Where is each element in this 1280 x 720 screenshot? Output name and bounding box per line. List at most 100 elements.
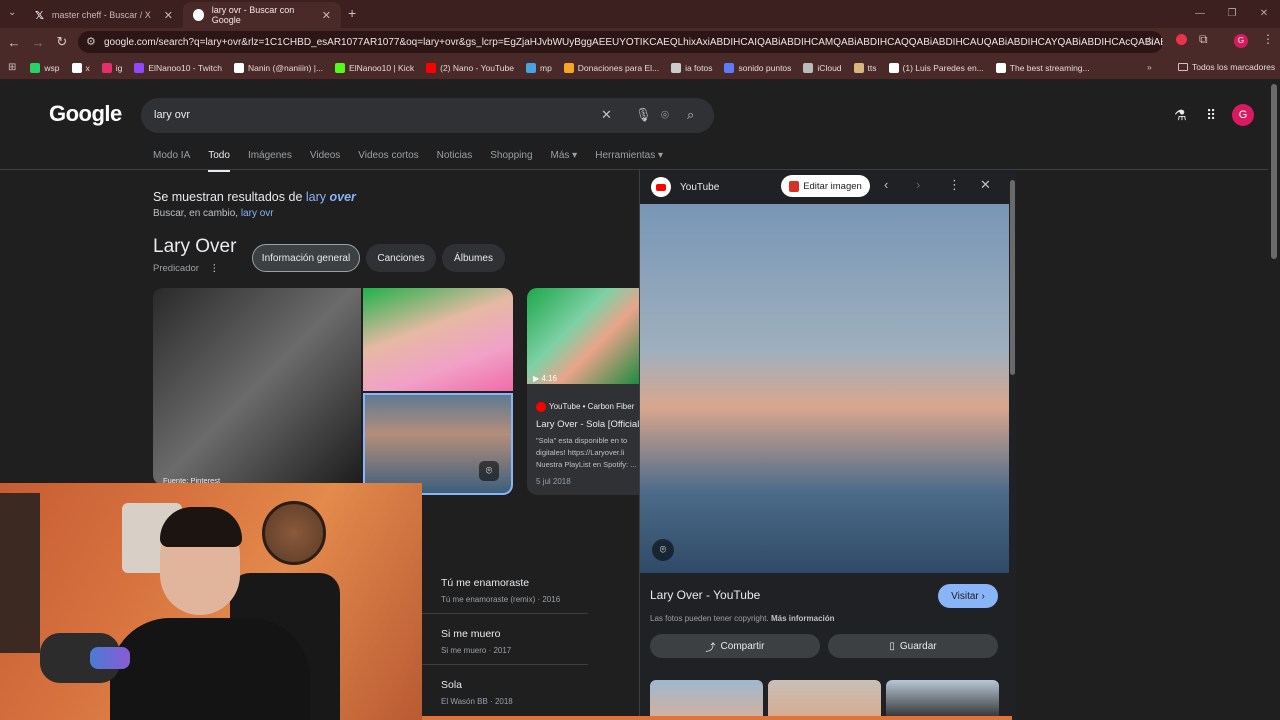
- original-query-link[interactable]: lary ovr: [241, 208, 274, 219]
- panel-menu-icon[interactable]: ⋮: [948, 177, 961, 193]
- song-title[interactable]: Sola: [441, 679, 462, 691]
- bookmark-item[interactable]: tts: [853, 62, 877, 73]
- profile-avatar[interactable]: G: [1234, 34, 1248, 48]
- all-bookmarks-folder[interactable]: Todos los marcadores: [1178, 62, 1275, 72]
- google-logo[interactable]: Google: [49, 101, 122, 127]
- song-title[interactable]: Si me muero: [441, 628, 501, 640]
- tab-x-search[interactable]: 𝕏 master cheff - Buscar / X ✕: [25, 2, 183, 28]
- corrected-query-link[interactable]: lary over: [306, 190, 356, 204]
- bookmark-star-icon[interactable]: ☆: [1144, 34, 1155, 48]
- webcam-background-door: [0, 493, 40, 653]
- panel-source[interactable]: YouTube: [651, 177, 719, 197]
- window-controls: — ❐ ✕: [1184, 0, 1280, 28]
- bookmark-item[interactable]: ElNanoo10 - Twitch: [134, 62, 222, 73]
- visit-button[interactable]: Visitar ›: [938, 584, 998, 608]
- site-info-icon[interactable]: ⚙: [86, 35, 96, 48]
- bookmarks-bar: ⊞ wsp x ig ElNanoo10 - Twitch Nanin (@naniii…: [0, 56, 1280, 80]
- webcam-round-mirror: [262, 501, 326, 565]
- webcam-person-body: [110, 618, 310, 720]
- save-button[interactable]: ▯ Guardar: [828, 634, 998, 658]
- bookmark-item[interactable]: (2) Nano - YouTube: [426, 62, 514, 73]
- entity-image-green-hair[interactable]: [363, 288, 513, 391]
- apps-grid-icon[interactable]: ⊞: [8, 62, 16, 73]
- browser-menu-icon[interactable]: ⋮: [1262, 32, 1274, 46]
- lens-icon[interactable]: ⌾: [652, 539, 674, 561]
- voice-search-icon[interactable]: 🎙: [635, 107, 652, 123]
- bookmark-favicon-icon: [563, 62, 574, 73]
- new-tab-button[interactable]: +: [348, 5, 356, 21]
- bookmark-item[interactable]: x: [71, 62, 90, 73]
- video-thumbnail[interactable]: [527, 288, 642, 384]
- bookmark-item[interactable]: (1) Luis Paredes en...: [888, 62, 984, 73]
- chip-overview[interactable]: Información general: [252, 244, 360, 272]
- bookmark-item[interactable]: iCloud: [803, 62, 842, 73]
- lens-search-icon[interactable]: ⌾: [661, 107, 669, 123]
- tab-google-search[interactable]: lary ovr - Buscar con Google ✕: [183, 2, 341, 28]
- account-avatar[interactable]: G: [1232, 104, 1254, 126]
- next-image-icon[interactable]: ›: [916, 177, 920, 192]
- google-apps-icon[interactable]: ⠿: [1206, 107, 1216, 124]
- preview-image[interactable]: ⌾: [640, 204, 1009, 573]
- panel-scrollbar[interactable]: [1010, 180, 1015, 375]
- bookmark-label: mp: [539, 62, 552, 73]
- close-panel-icon[interactable]: ✕: [980, 177, 991, 193]
- forward-button[interactable]: →: [26, 35, 50, 50]
- bookmark-item[interactable]: wsp: [30, 62, 60, 73]
- panel-source-label: YouTube: [680, 181, 720, 193]
- bookmark-item[interactable]: mp: [525, 62, 552, 73]
- extension-icon[interactable]: [1176, 34, 1187, 45]
- related-image[interactable]: [768, 680, 881, 720]
- bookmark-item[interactable]: Nanin (@naniiin) |...: [233, 62, 323, 73]
- share-button[interactable]: ⤴ Compartir: [650, 634, 820, 658]
- clear-search-icon[interactable]: ✕: [601, 107, 612, 123]
- spelling-prefix: Se muestran resultados de: [153, 190, 306, 204]
- webcam-overlay: [0, 483, 422, 720]
- more-bookmarks-icon[interactable]: »: [1147, 62, 1152, 72]
- webcam-person-hair: [160, 507, 242, 547]
- address-bar[interactable]: ⚙ google.com/search?q=lary+ovr&rlz=1C1CH…: [78, 31, 1163, 53]
- search-icon[interactable]: ⌕: [687, 107, 694, 123]
- bookmark-item[interactable]: ElNanoo10 | Kick: [335, 62, 414, 73]
- minimize-icon[interactable]: —: [1184, 0, 1216, 28]
- more-info-link[interactable]: Más información: [771, 614, 835, 623]
- related-image[interactable]: [886, 680, 999, 720]
- prev-image-icon[interactable]: ‹: [884, 177, 888, 192]
- song-title[interactable]: Tú me enamoraste: [441, 577, 529, 589]
- bookmark-label: (2) Nano - YouTube: [440, 62, 514, 73]
- video-card[interactable]: ▶ 4:16 YouTube • Carbon Fiber Lary Over …: [527, 288, 642, 495]
- bookmark-label: sonido puntos: [738, 62, 792, 73]
- bookmark-label: ElNanoo10 - Twitch: [148, 62, 222, 73]
- more-options-icon[interactable]: ⋮: [210, 263, 220, 274]
- close-tab-icon[interactable]: ✕: [164, 9, 173, 22]
- restore-icon[interactable]: ❐: [1216, 0, 1248, 28]
- youtube-icon: [651, 177, 671, 197]
- back-button[interactable]: ←: [2, 35, 26, 50]
- entity-image-bw[interactable]: [153, 288, 361, 485]
- bookmark-item[interactable]: ig: [101, 62, 122, 73]
- preview-title[interactable]: Lary Over - YouTube: [650, 588, 760, 602]
- bookmark-item[interactable]: sonido puntos: [724, 62, 792, 73]
- bookmark-item[interactable]: The best streaming...: [995, 62, 1090, 73]
- video-title[interactable]: Lary Over - Sola [Official: [536, 419, 639, 430]
- chip-albums[interactable]: Álbumes: [442, 244, 505, 272]
- tab-search-icon[interactable]: ⌄: [8, 7, 16, 18]
- bookmark-item[interactable]: ia fotos: [671, 62, 712, 73]
- related-image[interactable]: [650, 680, 763, 720]
- bookmark-favicon-icon: [335, 62, 346, 73]
- search-input[interactable]: lary ovr: [154, 109, 190, 121]
- page-scrollbar[interactable]: [1271, 84, 1277, 259]
- lens-icon[interactable]: ⌾: [479, 461, 499, 481]
- extensions-puzzle-icon[interactable]: ⧉: [1199, 32, 1208, 47]
- close-tab-icon[interactable]: ✕: [322, 9, 331, 22]
- search-box[interactable]: lary ovr ✕ 🎙 ⌾ ⌕: [141, 98, 714, 133]
- close-window-icon[interactable]: ✕: [1248, 0, 1280, 28]
- reload-button[interactable]: ↻: [50, 34, 74, 50]
- song-subtitle: Si me muero · 2017: [441, 646, 512, 655]
- edit-image-button[interactable]: Editar imagen: [781, 175, 870, 197]
- bookmark-item[interactable]: Donaciones para El...: [563, 62, 659, 73]
- labs-flask-icon[interactable]: ⚗: [1174, 107, 1187, 124]
- chip-songs[interactable]: Canciones: [366, 244, 436, 272]
- entity-image-selected[interactable]: ⌾: [363, 393, 513, 495]
- url-text: google.com/search?q=lary+ovr&rlz=1C1CHBD…: [104, 36, 1163, 48]
- tab-title: master cheff - Buscar / X: [51, 10, 151, 20]
